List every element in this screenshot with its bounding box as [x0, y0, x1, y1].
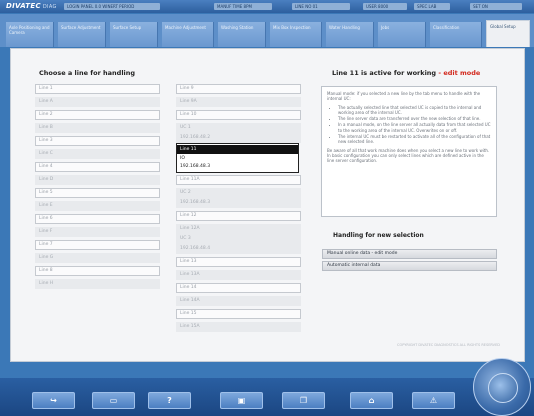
- dial-center-button[interactable]: [488, 373, 518, 403]
- line-field[interactable]: 192.168.48.3: [176, 198, 301, 208]
- line-field[interactable]: Line F: [35, 227, 160, 237]
- edit-mode-highlight: - edit mode: [438, 69, 481, 77]
- active-line-title: Line 11 is active for working - edit mod…: [332, 69, 480, 77]
- warning-icon: ⚠: [429, 396, 438, 405]
- line-field[interactable]: Line A: [35, 97, 160, 107]
- home-icon: ⌂: [368, 396, 375, 405]
- selected-line-popup[interactable]: Line 11 IO 192.168.48.3: [176, 143, 299, 173]
- info-outro: Be aware of all that work machine does w…: [327, 147, 490, 164]
- line-field[interactable]: UC 1: [176, 123, 301, 133]
- active-line-text: Line 11 is active for working: [332, 69, 437, 77]
- line-field[interactable]: UC 2: [176, 188, 301, 198]
- line-field[interactable]: Line 3: [35, 136, 160, 146]
- info-box: Manual mode: if you selected a new line …: [321, 86, 497, 217]
- manual-edit-mode-button[interactable]: Manual online data - edit mode: [322, 249, 497, 259]
- line-field[interactable]: Line 14A: [176, 296, 301, 306]
- tab-classification[interactable]: Classification: [430, 22, 482, 47]
- line-field[interactable]: Line 13A: [176, 270, 301, 280]
- line-field[interactable]: Line 15: [176, 309, 301, 319]
- line-field[interactable]: Line 11A: [176, 175, 301, 185]
- line-field[interactable]: Line 8: [35, 266, 160, 276]
- login-icon: ↪: [50, 396, 57, 405]
- header-field-status: SET ON: [470, 3, 522, 10]
- tab-mix-box-inspection[interactable]: Mix Box Inspection: [270, 22, 322, 47]
- help-button[interactable]: ?: [148, 392, 191, 409]
- tab-bar: Axle Positioning and Camera Surface Adju…: [0, 14, 534, 47]
- line-field[interactable]: Line 9A: [176, 97, 301, 107]
- print-button[interactable]: ▣: [220, 392, 263, 409]
- warning-button[interactable]: ⚠: [412, 392, 455, 409]
- line-field[interactable]: Line B: [35, 123, 160, 133]
- logo-subtext: DIAG: [42, 4, 57, 10]
- line-field[interactable]: Line 2: [35, 110, 160, 120]
- line-field[interactable]: UC 3: [176, 234, 301, 244]
- bottom-toolbar: ↪ ▭ ? ▣ ❐ ⌂ ⚠: [0, 378, 534, 416]
- login-button[interactable]: ↪: [32, 392, 75, 409]
- tab-washing-station[interactable]: Washing Station: [218, 22, 266, 47]
- line-field[interactable]: Line C: [35, 149, 160, 159]
- line-field[interactable]: Line D: [35, 175, 160, 185]
- header-field-manuf: MANUF TIME 8PM: [214, 3, 272, 10]
- line-field[interactable]: Line 10: [176, 110, 301, 120]
- home-button[interactable]: ⌂: [350, 392, 393, 409]
- line-field[interactable]: Line 4: [35, 162, 160, 172]
- line-field[interactable]: Line 12A: [176, 224, 301, 234]
- info-bullet: The actually selected line that selected…: [338, 105, 491, 116]
- line-field[interactable]: Line 14: [176, 283, 301, 293]
- tab-surface-setup[interactable]: Surface Setup: [110, 22, 158, 47]
- line-field[interactable]: Line 15A: [176, 322, 301, 332]
- line-field[interactable]: Line 13: [176, 257, 301, 267]
- logo-text: DIVATEC: [6, 2, 41, 10]
- tab-global-setup[interactable]: Global Setup: [486, 20, 530, 47]
- line-field[interactable]: Line 9: [176, 84, 301, 94]
- keyboard-button[interactable]: ▭: [92, 392, 135, 409]
- tab-axle-positioning[interactable]: Axle Positioning and Camera: [6, 22, 54, 47]
- automatic-internal-data-button[interactable]: Automatic internal data: [322, 261, 497, 271]
- line-field[interactable]: Line 5: [35, 188, 160, 198]
- info-intro: Manual mode: if you selected a new line …: [327, 91, 481, 102]
- line-field[interactable]: 192.168.48.4: [176, 244, 301, 254]
- help-icon: ?: [167, 396, 172, 405]
- tab-jobs[interactable]: Jobs: [378, 22, 426, 47]
- info-bullet: The line server data are transferred ove…: [338, 116, 491, 121]
- copy-icon: ❐: [299, 396, 308, 405]
- copyright-note: COPYRIGHT DIVATEC DIAGNOSTICS ALL RIGHTS…: [397, 343, 500, 347]
- header-field-line: LINE NO 01: [292, 3, 350, 10]
- copy-button[interactable]: ❐: [282, 392, 325, 409]
- line-field[interactable]: Line 12: [176, 211, 301, 221]
- keyboard-icon: ▭: [109, 396, 118, 405]
- header-field-spec: SPEC LAB: [414, 3, 450, 10]
- info-bullet: The internal UC must be restarted to act…: [338, 134, 491, 145]
- line-field[interactable]: Line 6: [35, 214, 160, 224]
- line-field[interactable]: Line G: [35, 253, 160, 263]
- print-icon: ▣: [237, 396, 246, 405]
- line-field[interactable]: Line 1: [35, 84, 160, 94]
- tab-water-handling[interactable]: Water Handling: [326, 22, 374, 47]
- info-bullet-list: The actually selected line that selected…: [327, 105, 491, 145]
- app-window: DIVATEC DIAG LOGIN PANEL 0.0 WINERT PERIO…: [0, 0, 534, 416]
- selected-line-item[interactable]: Line 11: [177, 145, 298, 154]
- selected-line-ip: 192.168.48.3: [180, 164, 211, 169]
- header-field-session: LOGIN PANEL 0.0 WINERT PERIOD: [64, 3, 160, 10]
- tab-surface-adjustment[interactable]: Surface Adjustment: [58, 22, 106, 47]
- header-field-user: USER 8000: [363, 3, 407, 10]
- line-field[interactable]: Line 7: [35, 240, 160, 250]
- handling-title: Handling for new selection: [333, 232, 424, 239]
- tab-machine-adjustment[interactable]: Machine Adjustment: [162, 22, 214, 47]
- line-selection-title: Choose a line for handling: [39, 69, 136, 77]
- line-field[interactable]: 192.168.48.2: [176, 133, 301, 143]
- navigation-dial[interactable]: [473, 358, 531, 416]
- app-logo: DIVATEC DIAG: [6, 2, 57, 10]
- app-header: DIVATEC DIAG LOGIN PANEL 0.0 WINERT PERIO…: [0, 0, 534, 13]
- line-field[interactable]: Line E: [35, 201, 160, 211]
- line-field[interactable]: Line H: [35, 279, 160, 289]
- info-bullet: In a manual mode, on the line server all…: [338, 122, 491, 133]
